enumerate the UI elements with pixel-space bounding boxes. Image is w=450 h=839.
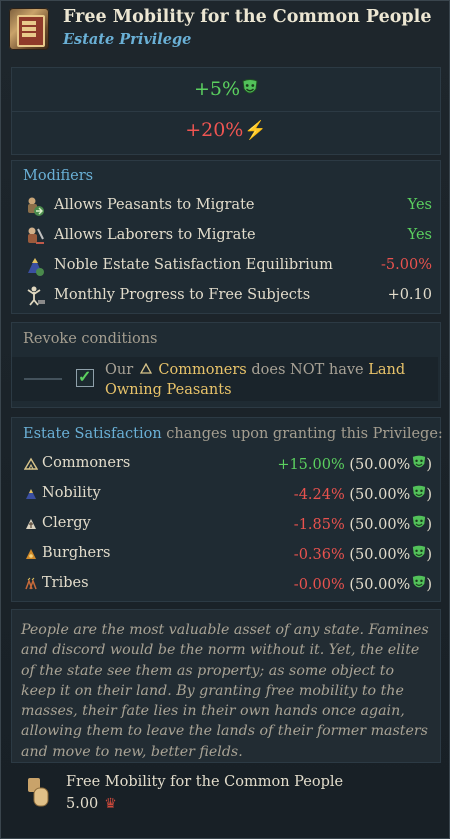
power-effect: +20%⚡ bbox=[12, 119, 440, 141]
flavor-text: People are the most valuable asset of an… bbox=[11, 609, 441, 763]
privilege-scroll-icon bbox=[9, 8, 49, 50]
modifier-row[interactable]: Monthly Progress to Free Subjects +0.10 bbox=[12, 281, 440, 311]
divider bbox=[12, 111, 440, 112]
privilege-token-icon bbox=[28, 778, 49, 807]
burghers-icon bbox=[26, 549, 36, 559]
commoners-icon bbox=[139, 362, 152, 374]
estate-satisfaction-panel: Estate Satisfaction changes upon grantin… bbox=[11, 417, 443, 602]
lightning-bolt-icon: ⚡ bbox=[244, 120, 267, 141]
commoners-icon bbox=[24, 457, 38, 470]
estate-row-tribes[interactable]: Tribes -0.00% (50.00%) bbox=[12, 569, 440, 599]
modifier-row[interactable]: Allows Laborers to Migrate Yes bbox=[12, 221, 440, 251]
revoke-condition-text: Our Commoners does NOT have Land Owning … bbox=[105, 362, 406, 398]
estate-row-nobility[interactable]: Nobility -4.24% (50.00%) bbox=[12, 479, 440, 509]
tooltip-header: Free Mobility for the Common People Esta… bbox=[0, 0, 450, 58]
estate-row-commoners[interactable]: Commoners +15.00% (50.00%) bbox=[12, 449, 440, 479]
peasants-migrate-icon bbox=[28, 197, 44, 216]
modifier-row[interactable]: Noble Estate Satisfaction Equilibrium -5… bbox=[12, 251, 440, 281]
revoke-title: Revoke conditions bbox=[23, 331, 158, 347]
green-mask-icon bbox=[242, 79, 258, 94]
cost-value: 5.00 bbox=[66, 796, 99, 812]
estate-link[interactable]: Commoners bbox=[158, 362, 246, 378]
crown-icon: ♛ bbox=[104, 796, 117, 812]
green-mask-icon bbox=[413, 485, 426, 498]
estate-satisfaction-title: Estate Satisfaction changes upon grantin… bbox=[23, 426, 443, 442]
satisfaction-value: +5% bbox=[193, 78, 241, 100]
condition-indent-line bbox=[24, 378, 62, 380]
modifiers-panel: Modifiers Allows Peasants to Migrate Yes… bbox=[11, 160, 441, 314]
tribes-icon bbox=[25, 577, 37, 590]
effects-panel: +5% +20%⚡ bbox=[11, 67, 441, 155]
nobility-estate-icon bbox=[28, 258, 44, 276]
modifier-row[interactable]: Allows Peasants to Migrate Yes bbox=[12, 191, 440, 221]
footer-privilege-name: Free Mobility for the Common People bbox=[66, 774, 344, 790]
estate-row-burghers[interactable]: Burghers -0.36% (50.00%) bbox=[12, 539, 440, 569]
green-mask-icon bbox=[413, 575, 426, 588]
nobility-icon bbox=[26, 489, 36, 499]
free-subjects-icon bbox=[27, 286, 45, 306]
green-mask-icon bbox=[413, 455, 426, 468]
estate-row-clergy[interactable]: Clergy -1.85% (50.00%) bbox=[12, 509, 440, 539]
checkmark-icon: ✓ bbox=[78, 367, 92, 386]
power-value: +20% bbox=[185, 119, 244, 141]
clergy-icon bbox=[26, 519, 36, 529]
satisfaction-effect: +5% bbox=[12, 78, 440, 100]
modifiers-title: Modifiers bbox=[23, 168, 94, 184]
footer-cost: 5.00 ♛ bbox=[66, 796, 117, 812]
condition-checkbox: ✓ bbox=[76, 367, 94, 387]
privilege-title: Free Mobility for the Common People bbox=[63, 7, 432, 27]
laborers-migrate-icon bbox=[28, 227, 44, 244]
privilege-type: Estate Privilege bbox=[63, 31, 192, 48]
revoke-condition-row: ✓ Our Commoners does NOT have Land Ownin… bbox=[12, 357, 438, 401]
green-mask-icon bbox=[413, 545, 426, 558]
revoke-panel: Revoke conditions ✓ Our Commoners does N… bbox=[11, 322, 441, 408]
green-mask-icon bbox=[413, 515, 426, 528]
